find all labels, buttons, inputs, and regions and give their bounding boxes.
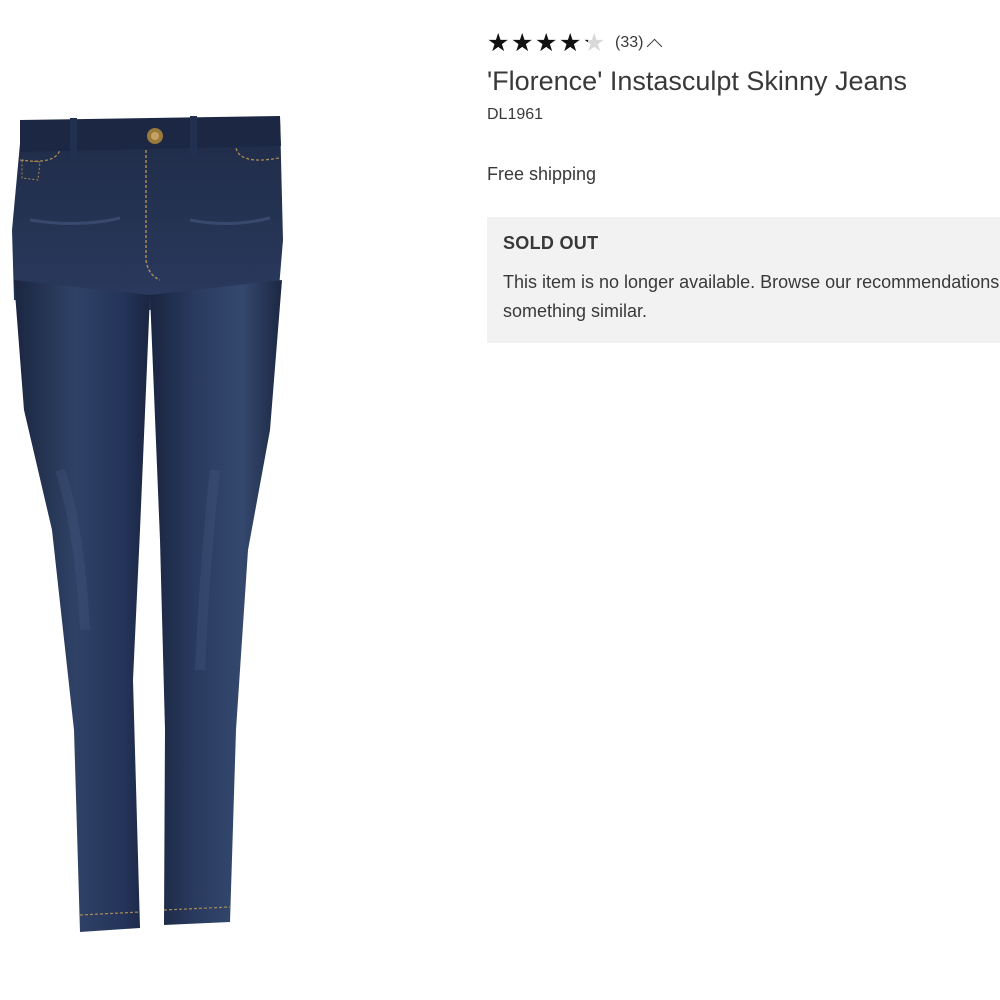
- star-icon: ★★: [487, 31, 510, 55]
- product-page: ★★★★★★★★★★ (33) 'Florence' Instasculpt S…: [0, 0, 1000, 1000]
- star-icon: ★★: [511, 31, 534, 55]
- rating-row[interactable]: ★★★★★★★★★★ (33): [487, 28, 1000, 58]
- sold-out-banner: SOLD OUT This item is no longer availabl…: [487, 217, 1000, 343]
- review-count[interactable]: (33): [615, 34, 643, 52]
- star-rating[interactable]: ★★★★★★★★★★: [487, 31, 607, 55]
- star-icon: ★★: [559, 31, 582, 55]
- sold-out-message: This item is no longer available. Browse…: [503, 272, 1000, 321]
- sold-out-status: SOLD OUT: [503, 233, 599, 253]
- shipping-info: Free shipping: [487, 164, 597, 184]
- product-image[interactable]: [0, 110, 300, 940]
- star-icon: ★★: [535, 31, 558, 55]
- chevron-up-icon[interactable]: [647, 38, 663, 54]
- product-title: 'Florence' Instasculpt Skinny Jeans: [487, 66, 908, 96]
- star-icon: ★★: [583, 31, 606, 55]
- jeans-right-leg: [150, 280, 282, 925]
- brand-link[interactable]: DL1961: [487, 106, 543, 124]
- product-details: ★★★★★★★★★★ (33) 'Florence' Instasculpt S…: [487, 28, 1000, 343]
